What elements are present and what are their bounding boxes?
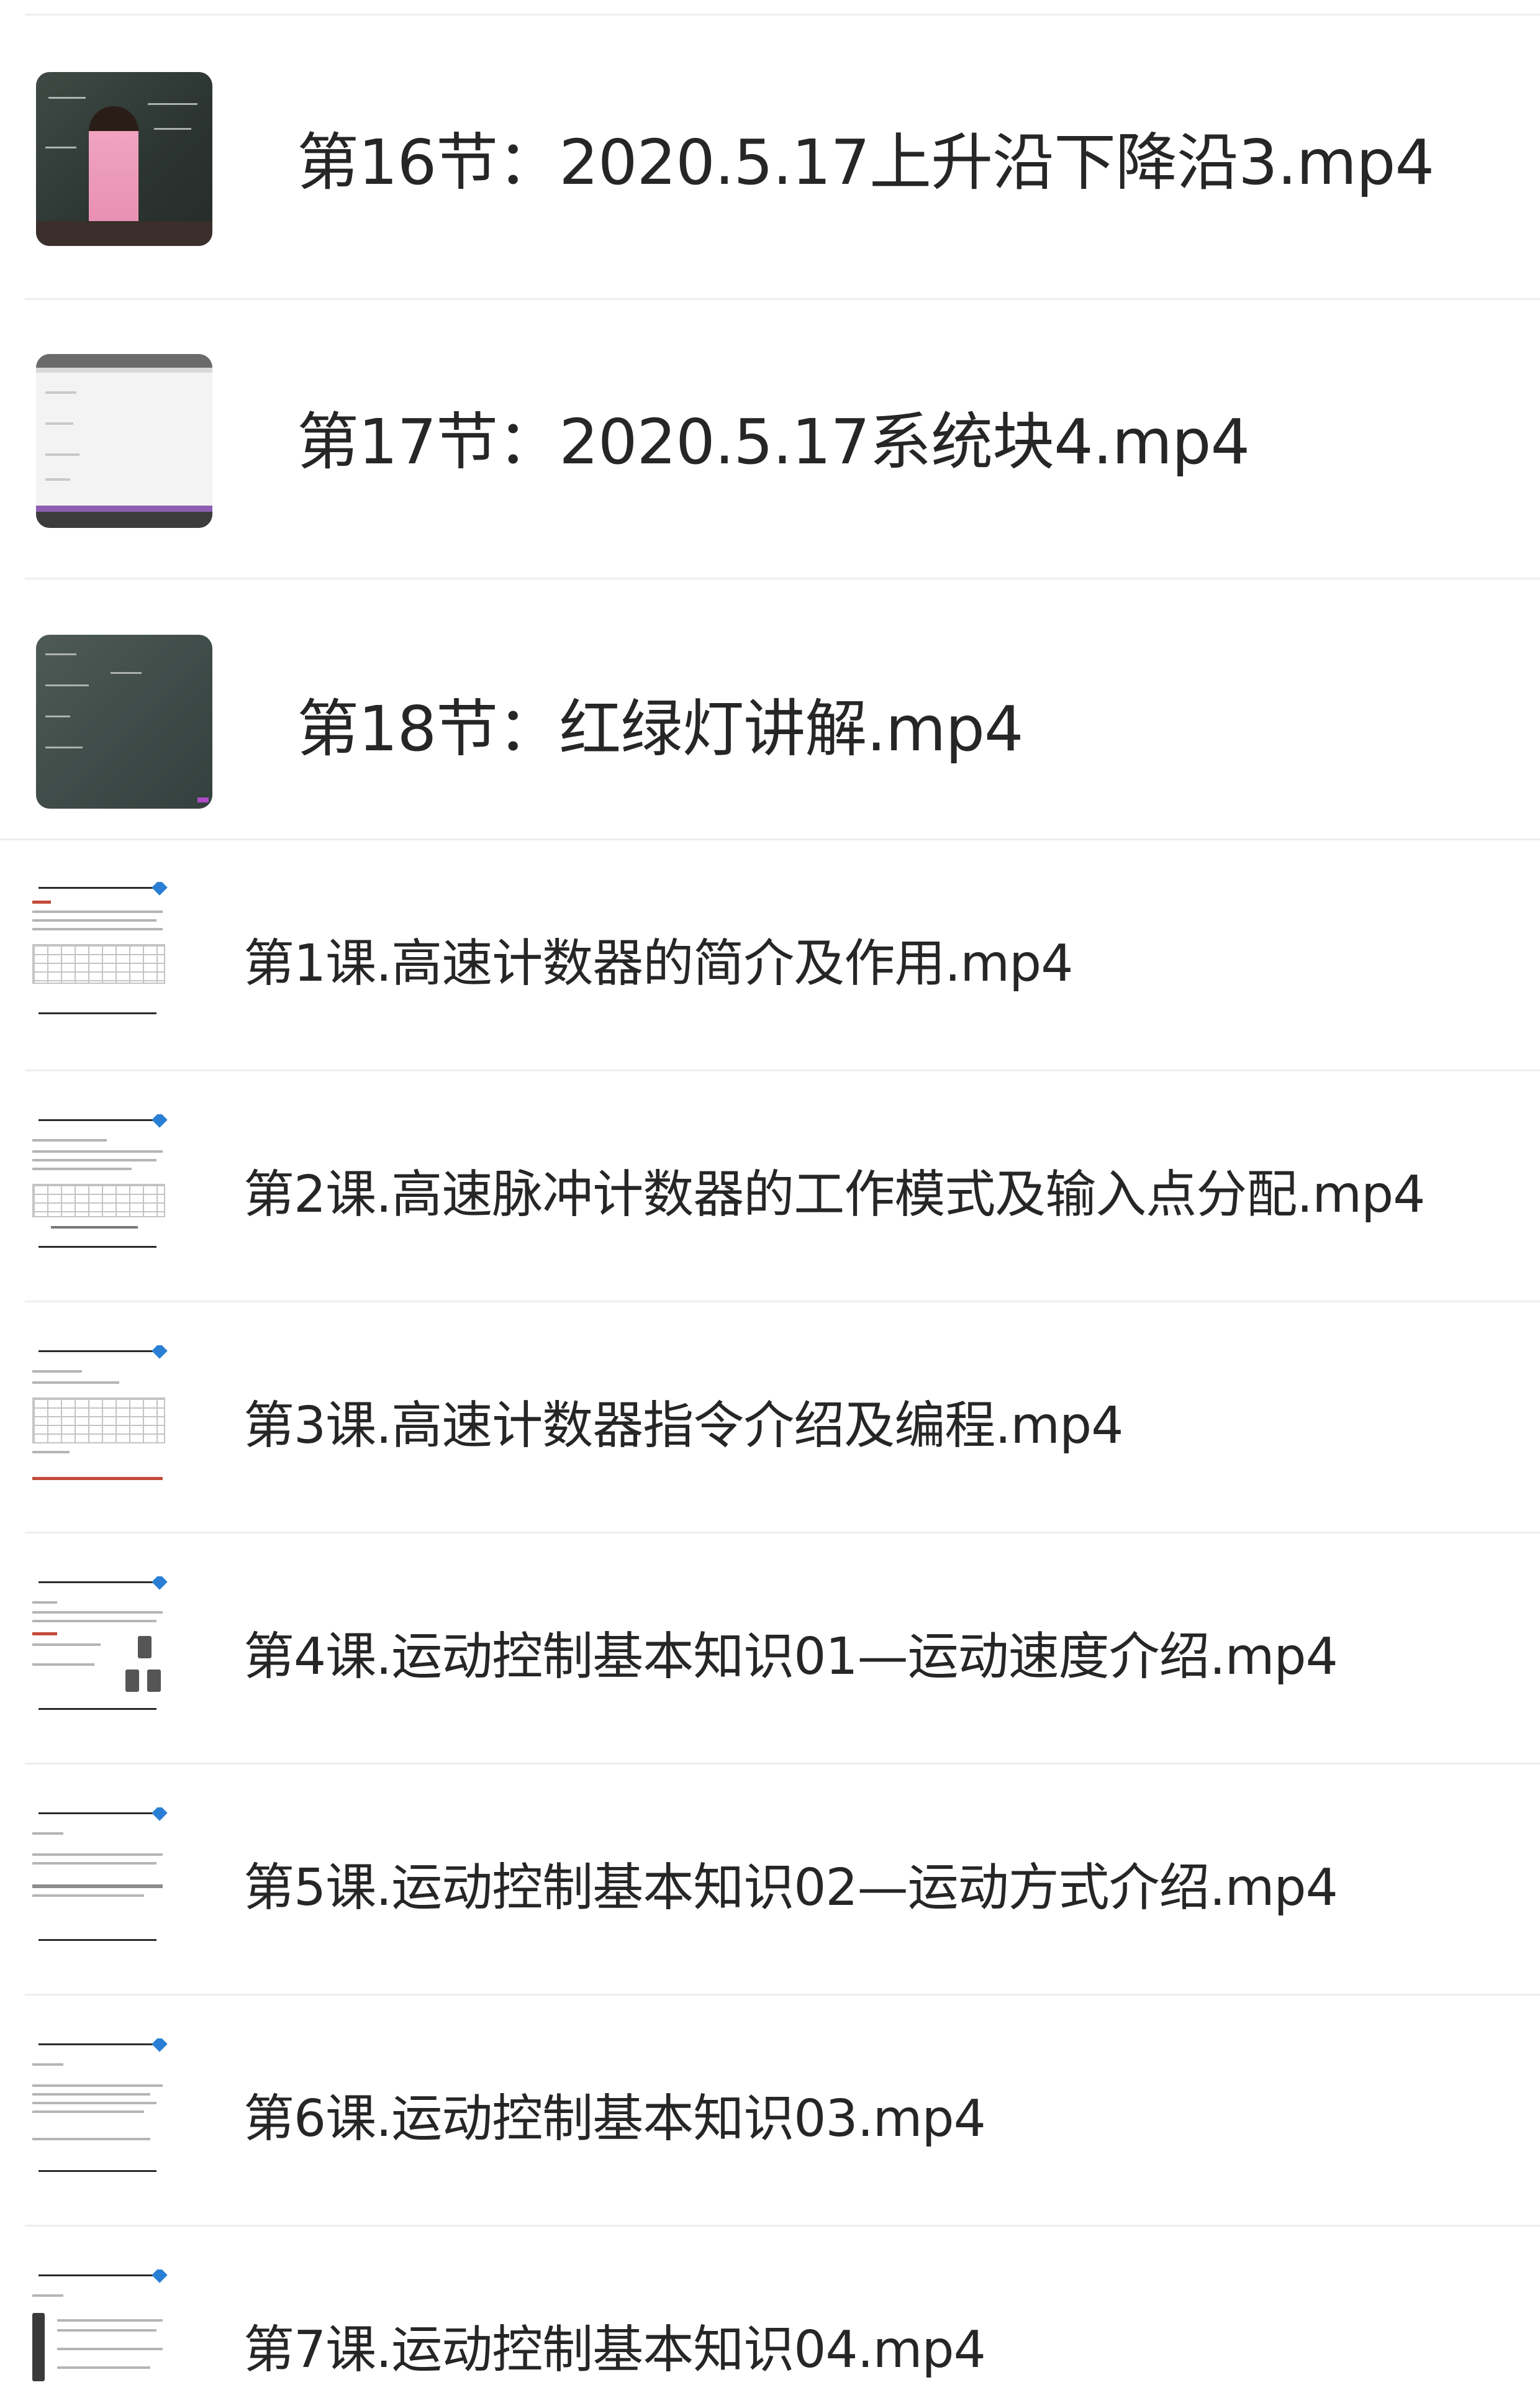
video-thumbnail[interactable]: [36, 635, 212, 809]
video-thumbnail[interactable]: [26, 882, 173, 1025]
video-thumbnail[interactable]: [36, 354, 212, 528]
video-thumbnail[interactable]: [26, 1114, 173, 1257]
diamond-icon: [152, 882, 168, 896]
video-list-page: 第16节：2020.5.17上升沿下降沿3.mp4 第17节：2020.5.17…: [0, 0, 1540, 2385]
divider: [0, 838, 1540, 840]
video-title[interactable]: 第5课.运动控制基本知识02—运动方式介绍.mp4: [243, 1846, 1338, 1920]
video-title[interactable]: 第4课.运动控制基本知识01—运动速度介绍.mp4: [243, 1615, 1338, 1689]
video-thumbnail[interactable]: [36, 72, 212, 246]
list-item[interactable]: 第3课.高速计数器指令介绍及编程.mp4: [0, 1301, 1540, 1532]
divider: [25, 1301, 1540, 1302]
list-item[interactable]: 第17节：2020.5.17系统块4.mp4: [0, 298, 1540, 578]
list-item[interactable]: 第18节：红绿灯讲解.mp4: [0, 578, 1540, 838]
divider: [25, 14, 1540, 16]
video-thumbnail[interactable]: [26, 1807, 173, 1950]
diamond-icon: [152, 2269, 168, 2283]
video-title[interactable]: 第17节：2020.5.17系统块4.mp4: [297, 391, 1250, 481]
diamond-icon: [152, 2038, 168, 2052]
list-item[interactable]: 第5课.运动控制基本知识02—运动方式介绍.mp4: [0, 1763, 1540, 1994]
video-thumbnail[interactable]: [26, 2038, 173, 2181]
divider: [25, 298, 1540, 300]
divider: [25, 1070, 1540, 1071]
divider: [25, 1763, 1540, 1765]
list-item[interactable]: 第1课.高速计数器的简介及作用.mp4: [0, 838, 1540, 1070]
diamond-icon: [152, 1345, 168, 1359]
video-thumbnail[interactable]: [26, 1345, 173, 1488]
video-title[interactable]: 第3课.高速计数器指令介绍及编程.mp4: [243, 1384, 1123, 1458]
video-title[interactable]: 第1课.高速计数器的简介及作用.mp4: [243, 922, 1073, 996]
video-title[interactable]: 第16节：2020.5.17上升沿下降沿3.mp4: [297, 112, 1434, 202]
list-item[interactable]: 第16节：2020.5.17上升沿下降沿3.mp4: [0, 0, 1540, 298]
video-title[interactable]: 第2课.高速脉冲计数器的工作模式及输入点分配.mp4: [243, 1153, 1425, 1227]
divider: [25, 1994, 1540, 1996]
diamond-icon: [152, 1807, 168, 1821]
video-title[interactable]: 第6课.运动控制基本知识03.mp4: [243, 2077, 986, 2151]
video-title[interactable]: 第18节：红绿灯讲解.mp4: [297, 678, 1024, 768]
video-thumbnail[interactable]: [26, 2269, 173, 2385]
list-item[interactable]: 第2课.高速脉冲计数器的工作模式及输入点分配.mp4: [0, 1070, 1540, 1301]
divider: [25, 1532, 1540, 1533]
video-title[interactable]: 第7课.运动控制基本知识04.mp4: [243, 2308, 986, 2382]
divider: [25, 578, 1540, 579]
list-item[interactable]: 第6课.运动控制基本知识03.mp4: [0, 1994, 1540, 2225]
list-item[interactable]: 第4课.运动控制基本知识01—运动速度介绍.mp4: [0, 1532, 1540, 1763]
divider: [25, 2225, 1540, 2227]
diamond-icon: [152, 1576, 168, 1590]
video-thumbnail[interactable]: [26, 1576, 173, 1719]
list-item[interactable]: 第7课.运动控制基本知识04.mp4: [0, 2225, 1540, 2385]
diamond-icon: [152, 1114, 168, 1128]
